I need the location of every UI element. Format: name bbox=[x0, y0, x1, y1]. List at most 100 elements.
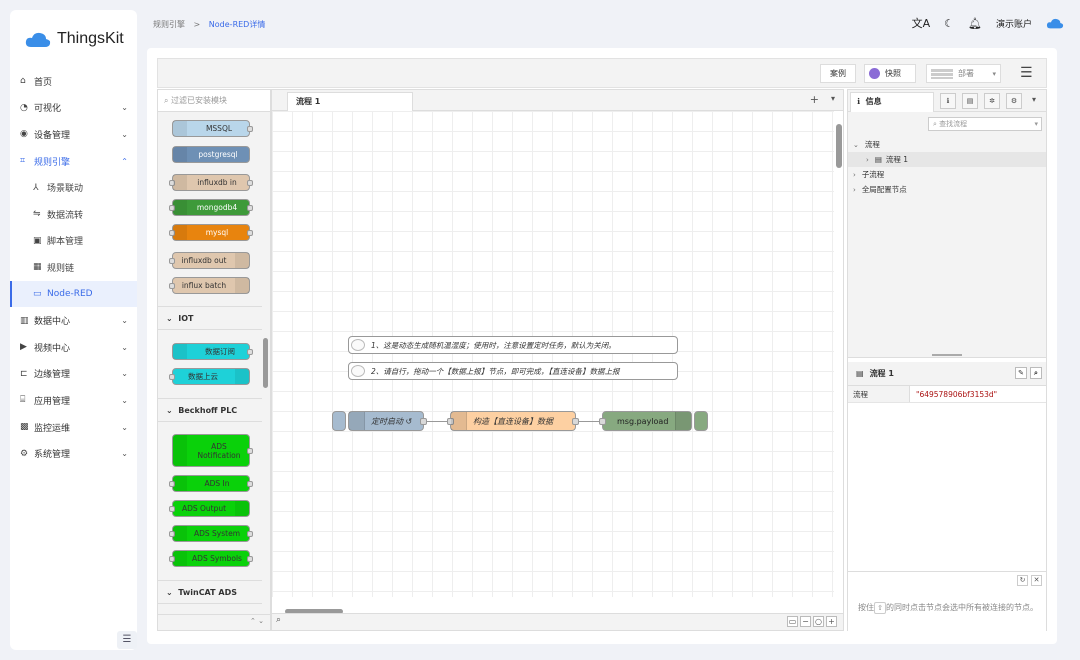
menu-item-video[interactable]: ▶ 视频中心 ⌄ bbox=[10, 334, 137, 361]
palette-node-postgresql[interactable]: postgresql bbox=[172, 146, 250, 163]
zoom-out-icon[interactable]: − bbox=[800, 616, 811, 627]
palette-node-ads-system[interactable]: ADS System bbox=[169, 525, 253, 542]
inject-node[interactable]: 定时启动 ↺ bbox=[348, 411, 427, 431]
debug-node[interactable]: msg.payload bbox=[599, 411, 692, 431]
bell-icon[interactable]: 🔔︎ bbox=[968, 17, 982, 30]
palette-node-influx-batch[interactable]: influx batch bbox=[169, 277, 250, 294]
menu-item-dataflow[interactable]: ⇋ 数据流转 bbox=[10, 201, 137, 228]
bug-icon[interactable]: ✲ bbox=[984, 93, 1000, 109]
snapshot-button[interactable]: 快照 bbox=[864, 64, 916, 83]
search-icon[interactable]: ⌕ bbox=[1030, 367, 1042, 379]
node-label: 构造【直连设备】数据 bbox=[473, 416, 553, 426]
palette-node-ads-output[interactable]: ADS Output bbox=[169, 500, 250, 517]
resize-handle[interactable] bbox=[932, 354, 962, 356]
top-right-actions: 文A ☾ 🔔︎ 演示账户 bbox=[912, 15, 1064, 31]
menu-item-datacenter[interactable]: ▥ 数据中心 ⌄ bbox=[10, 307, 137, 334]
book-icon[interactable]: ▤ bbox=[962, 93, 978, 109]
palette-category-iot[interactable]: ⌄ IOT bbox=[158, 306, 262, 330]
info-icon[interactable]: ℹ bbox=[940, 93, 956, 109]
add-flow-icon[interactable]: + bbox=[810, 93, 819, 106]
palette-node-ads-in[interactable]: ADS In bbox=[169, 475, 253, 492]
input-port[interactable] bbox=[169, 506, 175, 512]
menu-item-scene[interactable]: ⅄ 场景联动 bbox=[10, 174, 137, 201]
zoom-reset-icon[interactable]: ○ bbox=[813, 616, 824, 627]
gear-icon[interactable]: ⚙ bbox=[1006, 93, 1022, 109]
collapse-menu-icon[interactable]: ☰ bbox=[117, 631, 137, 649]
palette-node-influxdb-in[interactable]: influxdb in bbox=[169, 174, 253, 191]
account-name[interactable]: 演示账户 bbox=[996, 17, 1032, 30]
output-port[interactable] bbox=[247, 556, 253, 562]
collapse-expand-icon[interactable]: ⌃ ⌄ bbox=[250, 617, 264, 625]
input-port[interactable] bbox=[169, 374, 175, 380]
palette-category-beckhoff[interactable]: ⌄ Beckhoff PLC bbox=[158, 398, 262, 422]
palette-node-data-subscribe[interactable]: 数据订阅 bbox=[172, 343, 253, 360]
avatar[interactable] bbox=[1046, 17, 1064, 29]
chevron-down-icon[interactable]: ▾ bbox=[992, 70, 996, 78]
zoom-in-icon[interactable]: + bbox=[826, 616, 837, 627]
tree-item-flows[interactable]: ⌄ 流程 bbox=[848, 137, 1046, 152]
edit-icon[interactable]: ✎ bbox=[1015, 367, 1027, 379]
map-icon[interactable]: ▭ bbox=[787, 616, 798, 627]
output-port[interactable] bbox=[247, 349, 253, 355]
menu-item-app[interactable]: ⌸ 应用管理 ⌄ bbox=[10, 387, 137, 414]
flow-canvas[interactable]: 1、这是动态生成随机温湿度；使用时，注意设置定时任务，默认为关闭。 2、请自行，… bbox=[272, 111, 834, 597]
palette-search-input[interactable]: ⌕ 过滤已安装模块 bbox=[158, 90, 270, 112]
deploy-button[interactable]: 部署 ▾ bbox=[926, 64, 1001, 83]
palette-node-ads-notification[interactable]: ADS Notification bbox=[172, 434, 253, 467]
input-port[interactable] bbox=[169, 283, 175, 289]
refresh-icon[interactable]: ↻ bbox=[1017, 575, 1028, 586]
output-port[interactable] bbox=[247, 531, 253, 537]
chevron-down-icon[interactable]: ▾ bbox=[1032, 95, 1036, 104]
translate-icon[interactable]: 文A bbox=[912, 15, 931, 31]
breadcrumb-parent[interactable]: 规则引擎 bbox=[153, 20, 185, 29]
tree-item-global-config[interactable]: › 全局配置节点 bbox=[848, 182, 1046, 197]
flow-search-input[interactable]: ⌕ 查找流程 ▾ bbox=[928, 117, 1042, 131]
search-icon[interactable]: ⌕ bbox=[276, 615, 281, 625]
menu-item-monitor[interactable]: ▩ 监控运维 ⌄ bbox=[10, 414, 137, 441]
tree-item-flow-1[interactable]: › ▤ 流程 1 bbox=[848, 152, 1046, 167]
output-port[interactable] bbox=[572, 418, 579, 425]
palette-category-twincat[interactable]: ⌄ TwinCAT ADS bbox=[158, 580, 262, 604]
comment-node[interactable]: 2、请自行，拖动一个【数据上报】节点，即可完成，【直连设备】数据上报 bbox=[348, 362, 678, 380]
dark-mode-icon[interactable]: ☾ bbox=[944, 17, 954, 30]
chevron-down-icon[interactable]: ▾ bbox=[831, 94, 835, 103]
tab-info[interactable]: ℹ 信息 bbox=[850, 92, 934, 112]
output-port[interactable] bbox=[247, 205, 253, 211]
menu-item-visual[interactable]: ◔ 可视化 ⌄ bbox=[10, 95, 137, 122]
menu-item-rulechain[interactable]: ▦ 规则链 bbox=[10, 254, 137, 281]
inject-button[interactable] bbox=[332, 411, 346, 431]
output-port[interactable] bbox=[420, 418, 427, 425]
output-port[interactable] bbox=[247, 126, 253, 132]
output-port[interactable] bbox=[247, 180, 253, 186]
output-port[interactable] bbox=[247, 481, 253, 487]
comment-node[interactable]: 1、这是动态生成随机温湿度；使用时，注意设置定时任务，默认为关闭。 bbox=[348, 336, 678, 354]
palette-node-ads-symbols[interactable]: ADS Symbols bbox=[169, 550, 253, 567]
menu-item-home[interactable]: ⌂ 首页 bbox=[10, 68, 137, 95]
tab-flow-1[interactable]: 流程 1 bbox=[287, 92, 413, 112]
function-node[interactable]: 构造【直连设备】数据 bbox=[447, 411, 579, 431]
input-port[interactable] bbox=[599, 418, 606, 425]
menu-item-rule-engine[interactable]: ⌗ 规则引擎 ⌃ bbox=[10, 148, 137, 175]
palette-node-mongodb4[interactable]: mongodb4 bbox=[169, 199, 253, 216]
menu-item-system[interactable]: ⚙ 系统管理 ⌄ bbox=[10, 440, 137, 467]
menu-item-edge[interactable]: ⊏ 边缘管理 ⌄ bbox=[10, 361, 137, 388]
palette-node-influxdb-out[interactable]: influxdb out bbox=[169, 252, 250, 269]
vertical-scrollbar[interactable] bbox=[836, 124, 842, 168]
palette-node-mysql[interactable]: mysql bbox=[169, 224, 253, 241]
case-button[interactable]: 案例 bbox=[820, 64, 856, 83]
function-icon bbox=[451, 412, 467, 430]
output-port[interactable] bbox=[247, 448, 253, 454]
menu-item-node-red[interactable]: ▭ Node-RED bbox=[10, 280, 137, 308]
close-icon[interactable]: ✕ bbox=[1031, 575, 1042, 586]
menu-item-device[interactable]: ◉ 设备管理 ⌄ bbox=[10, 121, 137, 148]
palette-scrollbar[interactable] bbox=[263, 338, 268, 388]
tree-item-subflows[interactable]: › 子流程 bbox=[848, 167, 1046, 182]
main-menu-icon[interactable]: ☰ bbox=[1020, 65, 1033, 81]
debug-toggle-button[interactable] bbox=[694, 411, 708, 431]
output-port[interactable] bbox=[247, 230, 253, 236]
logo[interactable]: ThingsKit bbox=[25, 28, 124, 50]
input-port[interactable] bbox=[169, 258, 175, 264]
palette-node-mssql[interactable]: MSSQL bbox=[172, 120, 253, 137]
palette-node-data-upload[interactable]: 数据上云 bbox=[169, 368, 250, 385]
menu-item-script[interactable]: ▣ 脚本管理 bbox=[10, 228, 137, 255]
